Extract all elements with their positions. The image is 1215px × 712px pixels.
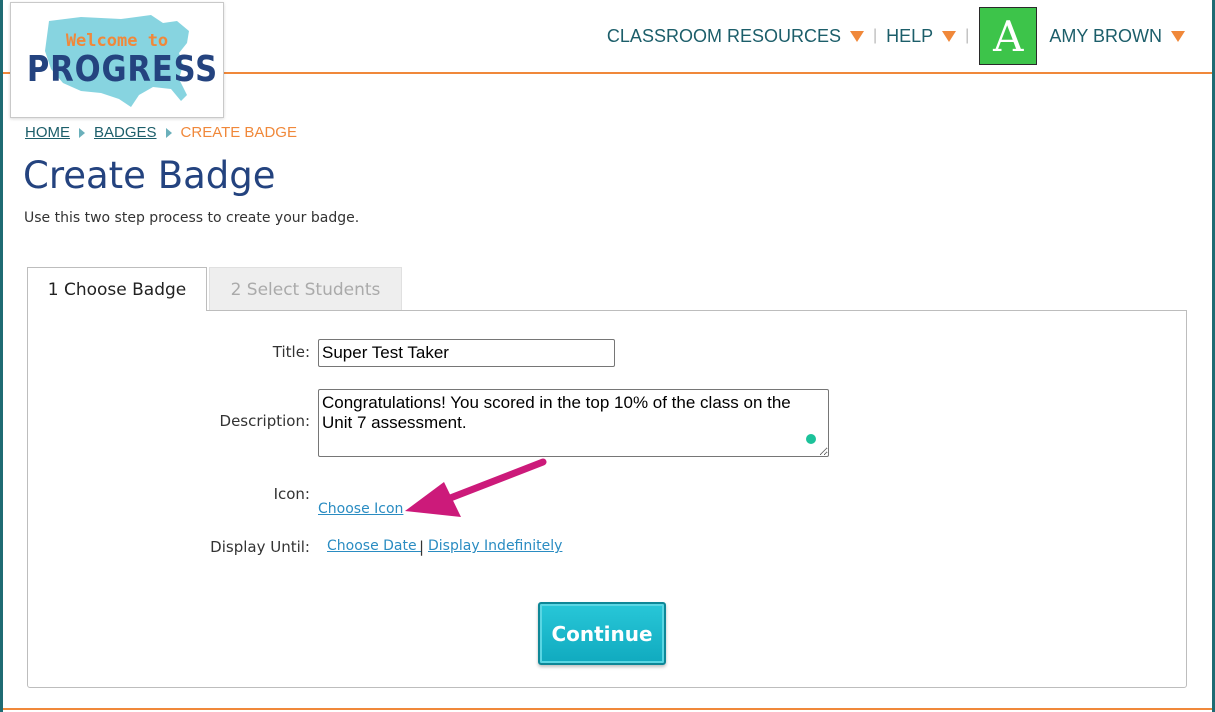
page-title: Create Badge: [23, 154, 276, 197]
breadcrumb-arrow-icon: [165, 127, 172, 138]
annotation-arrow-icon: [405, 458, 547, 517]
grammar-check-icon[interactable]: [806, 434, 816, 444]
choose-icon-link[interactable]: Choose Icon: [318, 501, 403, 517]
avatar[interactable]: A: [979, 7, 1038, 65]
dropdown-triangle-icon: [849, 30, 864, 42]
top-navigation: CLASSROOM RESOURCES | HELP | A AMY BROWN: [607, 7, 1185, 65]
logo-progress-text: PROGRESS: [26, 49, 218, 90]
help-label: HELP: [886, 25, 934, 46]
footer-divider: [3, 708, 1212, 710]
title-label: Title:: [272, 343, 310, 361]
breadcrumb-badges-link[interactable]: BADGES: [94, 124, 157, 141]
user-name: AMY BROWN: [1049, 25, 1162, 46]
breadcrumb: HOME BADGES CREATE BADGE: [25, 124, 297, 141]
description-textarea[interactable]: Congratulations! You scored in the top 1…: [318, 389, 829, 457]
breadcrumb-current: CREATE BADGE: [180, 124, 297, 141]
display-until-label: Display Until:: [210, 538, 310, 556]
display-indefinitely-link[interactable]: Display Indefinitely: [428, 538, 562, 554]
breadcrumb-home-link[interactable]: HOME: [25, 124, 70, 141]
frame-left-border: [0, 0, 3, 712]
nav-separator: |: [872, 27, 878, 44]
tab-select-students[interactable]: 2 Select Students: [209, 267, 402, 311]
classroom-resources-menu[interactable]: CLASSROOM RESOURCES: [607, 26, 864, 47]
user-menu[interactable]: AMY BROWN: [1049, 26, 1185, 47]
continue-button[interactable]: Continue: [538, 602, 666, 665]
title-input[interactable]: [318, 339, 615, 367]
tab-choose-badge[interactable]: 1 Choose Badge: [27, 267, 207, 311]
choose-date-link[interactable]: Choose Date: [327, 538, 421, 554]
nav-separator: |: [965, 27, 970, 44]
dropdown-triangle-icon: [1171, 30, 1185, 42]
link-separator: |: [419, 538, 425, 556]
logo-welcome-text: Welcome to: [65, 31, 169, 51]
page-subtitle: Use this two step process to create your…: [24, 210, 360, 226]
classroom-resources-label: CLASSROOM RESOURCES: [606, 25, 841, 46]
description-label: Description:: [219, 412, 310, 430]
logo[interactable]: Welcome to PROGRESS: [10, 2, 224, 118]
icon-label: Icon:: [273, 485, 310, 503]
breadcrumb-arrow-icon: [79, 127, 85, 138]
dropdown-triangle-icon: [942, 30, 957, 42]
help-menu[interactable]: HELP: [886, 25, 957, 47]
